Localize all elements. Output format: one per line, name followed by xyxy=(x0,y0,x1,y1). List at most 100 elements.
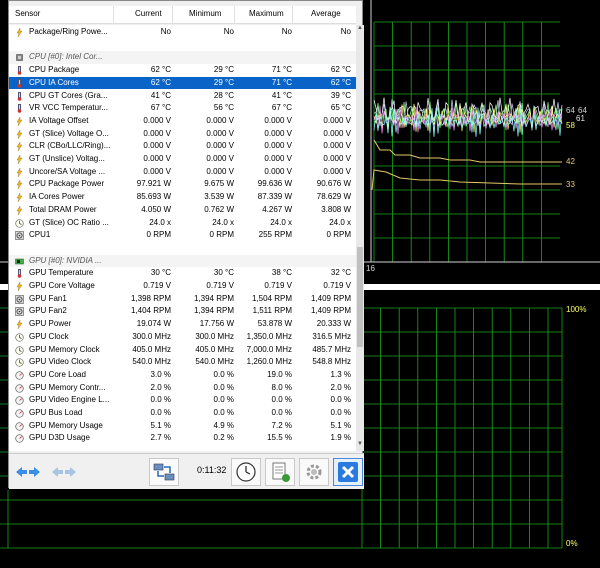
close-button[interactable] xyxy=(333,458,363,486)
sensor-name: GPU Video Clock xyxy=(29,357,92,367)
header-maximum[interactable]: Maximum xyxy=(249,9,284,18)
header-sensor[interactable]: Sensor xyxy=(15,9,40,18)
sensor-maximum-value: 71 °C xyxy=(271,65,292,75)
sensor-average-value: 1,409 RPM xyxy=(310,293,351,303)
network-button[interactable] xyxy=(149,458,179,486)
table-row[interactable]: CPU IA Cores 62 °C 29 °C 71 °C 62 °C xyxy=(9,76,356,90)
sensor-minimum-value: 56 °C xyxy=(213,103,234,113)
sensor-current-value: 0.0 % xyxy=(150,395,171,405)
sensor-minimum-value: 0.000 V xyxy=(206,128,234,138)
nav-arrows-button[interactable] xyxy=(11,458,45,486)
sensor-average-value: 24.0 x xyxy=(329,217,351,227)
close-icon xyxy=(338,462,358,482)
sensor-minimum-value: 0.000 V xyxy=(206,154,234,163)
sensor-maximum-value: 0.000 V xyxy=(264,154,292,163)
header-current[interactable]: Current xyxy=(135,9,162,18)
scroll-down-arrow-icon[interactable]: ▼ xyxy=(356,441,364,451)
sensor-maximum-value: 15.5 % xyxy=(267,433,292,443)
sensor-current-value: 2.7 % xyxy=(150,433,171,443)
sensor-name: CPU [#0]: Intel Cor... xyxy=(29,52,103,62)
sensor-name: CPU Package xyxy=(29,65,80,75)
table-header: Sensor Current Minimum Maximum Average xyxy=(9,6,356,24)
nav-arrows-disabled-button[interactable] xyxy=(47,458,81,486)
table-row[interactable]: GT (Unslice) Voltag... 0.000 V 0.000 V 0.00… xyxy=(9,153,356,166)
sensor-minimum-value: 0.000 V xyxy=(206,141,234,151)
table-row[interactable]: GPU Video Engine L... 0.0 % 0.0 % 0.0 % 0.0 … xyxy=(9,394,356,407)
clock-button[interactable] xyxy=(231,458,261,486)
sensor-name: GPU Video Engine L... xyxy=(29,395,110,405)
sensor-name: GPU Bus Load xyxy=(29,408,83,417)
sensor-current-value: 0.719 V xyxy=(143,281,171,290)
sensor-current-value: 0.000 V xyxy=(143,128,171,138)
sensor-minimum-value: 30 °C xyxy=(213,268,234,278)
scroll-up-arrow-icon[interactable]: ▲ xyxy=(356,25,364,35)
table-row[interactable]: GPU Video Clock 540.0 MHz 540.0 MHz 1,260.0… xyxy=(9,356,356,369)
table-row[interactable]: GPU Temperature 30 °C 30 °C 38 °C 32 °C xyxy=(9,267,356,280)
table-row[interactable]: CPU Package 62 °C 29 °C 71 °C 62 °C xyxy=(9,64,356,77)
sensor-maximum-value: 7.2 % xyxy=(271,420,292,430)
table-row[interactable]: VR VCC Temperatur... 67 °C 56 °C 67 °C 65 °C xyxy=(9,102,356,115)
table-row[interactable]: GPU Core Load 3.0 % 0.0 % 19.0 % 1.3 % xyxy=(9,369,356,382)
sensor-name: GPU Core Voltage xyxy=(29,281,95,290)
table-row[interactable]: GPU Fan1 1,398 RPM 1,394 RPM 1,504 RPM 1,409… xyxy=(9,293,356,306)
sensor-minimum-value: 29 °C xyxy=(213,77,234,87)
sensor-minimum-value: 0.000 V xyxy=(206,115,234,125)
table-row[interactable]: CLR (CBo/LLC/Ring)... 0.000 V 0.000 V 0.000… xyxy=(9,140,356,153)
table-row[interactable]: Package/Ring Powe... No No No No xyxy=(9,26,356,39)
table-row[interactable]: IA Voltage Offset 0.000 V 0.000 V 0.000 V 0.… xyxy=(9,115,356,128)
sensor-current-value: 0.000 V xyxy=(143,166,171,176)
sensor-current-value: 97.921 W xyxy=(136,179,171,189)
table-row[interactable]: CPU GT Cores (Gra... 41 °C 28 °C 41 °C 39 °C xyxy=(9,90,356,103)
table-row[interactable]: GPU Fan2 1,404 RPM 1,394 RPM 1,511 RPM 1,409… xyxy=(9,305,356,318)
settings-icon xyxy=(306,464,322,480)
sensor-name: GPU Memory Contr... xyxy=(29,382,106,392)
table-row[interactable]: GPU Memory Usage 5.1 % 4.9 % 7.2 % 5.1 % xyxy=(9,420,356,433)
table-row[interactable]: CPU1 0 RPM 0 RPM 255 RPM 0 RPM xyxy=(9,229,356,242)
graph-label-58: 58 xyxy=(566,121,575,130)
sensor-group-header[interactable]: GPU [#0]: NVIDIA ... xyxy=(9,254,356,268)
sensor-average-value: 548.8 MHz xyxy=(312,357,351,367)
header-average[interactable]: Average xyxy=(311,9,341,18)
table-row[interactable]: GPU D3D Usage 2.7 % 0.2 % 15.5 % 1.9 % xyxy=(9,432,356,445)
sensor-average-value: 316.5 MHz xyxy=(312,331,351,341)
table-row[interactable]: GT (Slice) Voltage O... 0.000 V 0.000 V 0.0… xyxy=(9,128,356,141)
graph-label-33: 33 xyxy=(566,180,575,189)
header-divider xyxy=(234,6,235,24)
sensor-maximum-value: 38 °C xyxy=(271,268,292,278)
table-row[interactable]: GT (Slice) OC Ratio ... 24.0 x 24.0 x 24.0 … xyxy=(9,217,356,230)
sensor-group-header[interactable]: CPU [#0]: Intel Cor... xyxy=(9,51,356,65)
table-row[interactable]: CPU Package Power 97.921 W 9.675 W 99.636 W… xyxy=(9,178,356,191)
sensor-minimum-value: 29 °C xyxy=(213,65,234,75)
sensor-name: CPU IA Cores xyxy=(29,77,79,87)
sensor-minimum-value: 0.2 % xyxy=(213,433,234,443)
table-row[interactable]: GPU Power 19.074 W 17.756 W 53.878 W 20.333 … xyxy=(9,318,356,331)
sensor-maximum-value: 255 RPM xyxy=(258,230,292,240)
table-row[interactable]: Uncore/SA Voltage ... 0.000 V 0.000 V 0.000… xyxy=(9,166,356,179)
table-row[interactable]: GPU Memory Clock 405.0 MHz 405.0 MHz 7,000.… xyxy=(9,344,356,357)
table-row[interactable]: IA Cores Power 85.693 W 3.539 W 87.339 W 78.… xyxy=(9,191,356,204)
sensor-current-value: 0.000 V xyxy=(143,141,171,151)
table-row[interactable]: GPU Core Voltage 0.719 V 0.719 V 0.719 V 0.7… xyxy=(9,280,356,293)
table-row[interactable]: GPU Bus Load 0.0 % 0.0 % 0.0 % 0.0 % xyxy=(9,407,356,420)
add-sheet-button[interactable] xyxy=(265,458,295,486)
sensor-minimum-value: 4.9 % xyxy=(213,420,234,430)
clock-icon xyxy=(236,462,256,482)
settings-button[interactable] xyxy=(299,458,329,486)
table-row[interactable]: Total DRAM Power 4.050 W 0.762 W 4.267 W 3.8… xyxy=(9,204,356,217)
header-minimum[interactable]: Minimum xyxy=(189,9,221,18)
sensor-current-value: 24.0 x xyxy=(149,217,171,227)
scroll-thumb[interactable] xyxy=(357,247,363,347)
sensor-table: Package/Ring Powe... No No No No CPU [#0]: In… xyxy=(9,25,356,451)
vertical-scrollbar[interactable]: ▲ ▼ xyxy=(356,25,364,451)
table-row[interactable]: GPU Clock 300.0 MHz 300.0 MHz 1,350.0 MHz 31… xyxy=(9,331,356,344)
sensor-maximum-value: 0.719 V xyxy=(264,281,292,290)
sensor-average-value: 65 °C xyxy=(330,103,351,113)
sensor-name: Total DRAM Power xyxy=(29,204,97,214)
sensor-name: GPU Power xyxy=(29,319,72,329)
table-row[interactable]: GPU Memory Contr... 2.0 % 0.0 % 8.0 % 2.0 % xyxy=(9,382,356,395)
sensor-maximum-value: 19.0 % xyxy=(267,369,292,379)
sensor-name: Package/Ring Powe... xyxy=(29,27,108,36)
graph-label-16: 16 xyxy=(366,264,375,273)
sensor-average-value: 2.0 % xyxy=(330,382,351,392)
row-spacer xyxy=(9,39,356,52)
